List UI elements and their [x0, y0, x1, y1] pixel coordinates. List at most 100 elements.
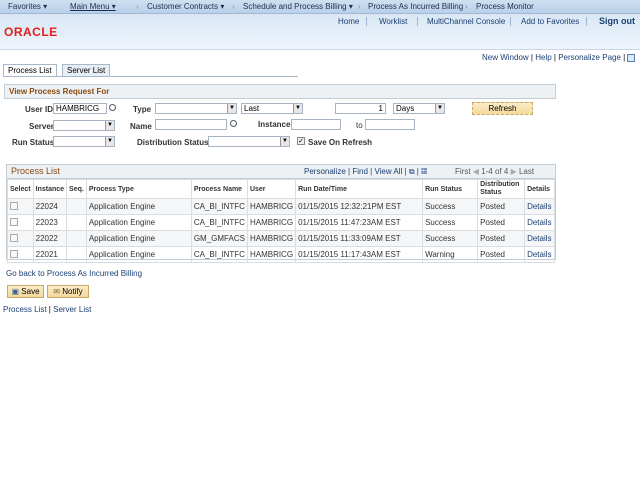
col-details: Details — [524, 179, 555, 199]
details-link[interactable]: Details — [524, 246, 555, 263]
user: HAMBRICG — [246, 230, 297, 247]
download-icon[interactable]: ▦ — [421, 167, 427, 176]
details-link[interactable]: Details — [524, 230, 555, 247]
save-on-refresh-label: Save On Refresh — [308, 138, 373, 147]
table-row: 22023 Application Engine CA_BI_INTFC HAMBRI… — [7, 214, 555, 231]
col-instance[interactable]: Instance — [32, 179, 68, 199]
save-on-refresh-checkbox[interactable]: ✓ — [297, 137, 305, 145]
breadcrumb-process-monitor: Process Monitor — [476, 2, 534, 11]
user-id-input[interactable]: HAMBRICG — [53, 103, 107, 114]
personalize-page-link[interactable]: Personalize Page — [558, 53, 621, 62]
select-checkbox[interactable] — [7, 214, 34, 231]
col-user[interactable]: User — [246, 179, 297, 199]
type-label: Type — [133, 105, 152, 114]
breadcrumb-customer-contracts[interactable]: Customer Contracts ▾ — [147, 2, 224, 11]
process-type: Application Engine — [85, 246, 192, 263]
tab-process-list[interactable]: Process List — [3, 64, 57, 76]
view-process-request-header: View Process Request For — [4, 84, 556, 99]
process-type: Application Engine — [85, 214, 192, 231]
worklist-link[interactable]: Worklist — [379, 17, 407, 26]
type-select[interactable]: ▼ — [155, 103, 237, 114]
col-process-type[interactable]: Process Type — [85, 179, 192, 199]
multichannel-console-link[interactable]: MultiChannel Console — [427, 17, 505, 26]
refresh-button[interactable]: Refresh — [472, 102, 533, 115]
run-datetime: 01/15/2015 12:32:21PM EST — [295, 198, 424, 215]
go-back-link[interactable]: Go back to Process As Incurred Billing — [6, 269, 142, 278]
col-distribution-status[interactable]: Distribution Status — [477, 179, 526, 199]
top-nav-bar: Favorites ▾ Main Menu ▾ › Customer Contr… — [0, 0, 640, 14]
footer-server-list-link[interactable]: Server List — [53, 305, 91, 314]
details-link[interactable]: Details — [524, 198, 555, 215]
table-row: 22021 Application Engine CA_BI_INTFC HAMBRI… — [7, 246, 555, 263]
save-icon: ▣ — [11, 287, 20, 296]
distribution-status: Posted — [477, 198, 526, 215]
notify-icon: ✉ — [53, 287, 60, 296]
zoom-icon[interactable]: ⧉ — [409, 167, 415, 176]
user: HAMBRICG — [246, 246, 297, 263]
seq — [66, 198, 87, 215]
server-select[interactable]: ▼ — [53, 120, 115, 131]
view-all-link[interactable]: View All — [374, 167, 402, 176]
name-input[interactable] — [155, 119, 227, 130]
header: Home Worklist MultiChannel Console Add t… — [0, 14, 640, 50]
distribution-status-label: Distribution Status — [137, 138, 209, 147]
process-list-grid: Process List Personalize | Find | View A… — [6, 164, 556, 263]
count-input[interactable]: 1 — [335, 103, 386, 114]
last-select[interactable]: Last ▼ — [241, 103, 303, 114]
grid-icon[interactable] — [627, 53, 636, 62]
personalize-link[interactable]: Personalize — [304, 167, 346, 176]
seq — [66, 214, 87, 231]
add-to-favorites-link[interactable]: Add to Favorites — [521, 17, 579, 26]
details-link[interactable]: Details — [524, 214, 555, 231]
favorites-menu[interactable]: Favorites ▾ — [8, 2, 47, 11]
instance-label: Instance — [258, 120, 291, 129]
col-process-name[interactable]: Process Name — [190, 179, 248, 199]
home-link[interactable]: Home — [338, 17, 359, 26]
instance: 22023 — [32, 214, 68, 231]
col-run-datetime[interactable]: Run Date/Time — [295, 179, 424, 199]
first-link: First — [455, 167, 471, 176]
instance-from-input[interactable] — [291, 119, 341, 130]
user-id-lookup-icon[interactable] — [109, 104, 116, 111]
sign-out-link[interactable]: Sign out — [599, 16, 635, 26]
name-lookup-icon[interactable] — [230, 120, 237, 127]
process-table: Select Instance Seq. Process Type Proces… — [7, 179, 555, 263]
table-row: 22022 Application Engine GM_GMFACS HAMBRICG… — [7, 230, 555, 247]
process-type: Application Engine — [85, 198, 192, 215]
instance: 22022 — [32, 230, 68, 247]
new-window-link[interactable]: New Window — [482, 53, 529, 62]
page-links: New Window | Help | Personalize Page | — [482, 53, 636, 62]
col-run-status[interactable]: Run Status — [422, 179, 479, 199]
col-seq[interactable]: Seq. — [66, 179, 87, 199]
instance: 22024 — [32, 198, 68, 215]
process-name: CA_BI_INTFC — [190, 214, 248, 231]
select-checkbox[interactable] — [7, 198, 34, 215]
prev-icon: ◀ — [472, 167, 479, 176]
select-checkbox[interactable] — [7, 230, 34, 247]
main-menu[interactable]: Main Menu ▾ — [70, 2, 116, 11]
save-button[interactable]: ▣ Save — [7, 285, 44, 298]
distribution-status: Posted — [477, 246, 526, 263]
col-select: Select — [7, 179, 34, 199]
grid-title: Process List — [11, 166, 61, 176]
tab-server-list[interactable]: Server List — [62, 64, 111, 76]
run-datetime: 01/15/2015 11:33:09AM EST — [295, 230, 424, 247]
breadcrumb-process-billing[interactable]: Process As Incurred Billing — [368, 2, 463, 11]
notify-button[interactable]: ✉ Notify — [47, 285, 89, 298]
run-status: Success — [422, 198, 479, 215]
run-status: Success — [422, 230, 479, 247]
distribution-status: Posted — [477, 214, 526, 231]
unit-select[interactable]: Days ▼ — [393, 103, 445, 114]
select-checkbox[interactable] — [7, 246, 34, 263]
breadcrumb-schedule-billing[interactable]: Schedule and Process Billing ▾ — [243, 2, 353, 11]
footer-process-list-link[interactable]: Process List — [3, 305, 47, 314]
instance-to-input[interactable] — [365, 119, 415, 130]
row-range: 1-4 of 4 — [481, 167, 509, 176]
run-status-select[interactable]: ▼ — [53, 136, 115, 147]
table-row: 22024 Application Engine CA_BI_INTFC HAMBRI… — [7, 198, 555, 215]
distribution-status-select[interactable]: ▼ — [208, 136, 290, 147]
user: HAMBRICG — [246, 198, 297, 215]
run-status: Success — [422, 214, 479, 231]
help-link[interactable]: Help — [535, 53, 551, 62]
find-link[interactable]: Find — [352, 167, 368, 176]
